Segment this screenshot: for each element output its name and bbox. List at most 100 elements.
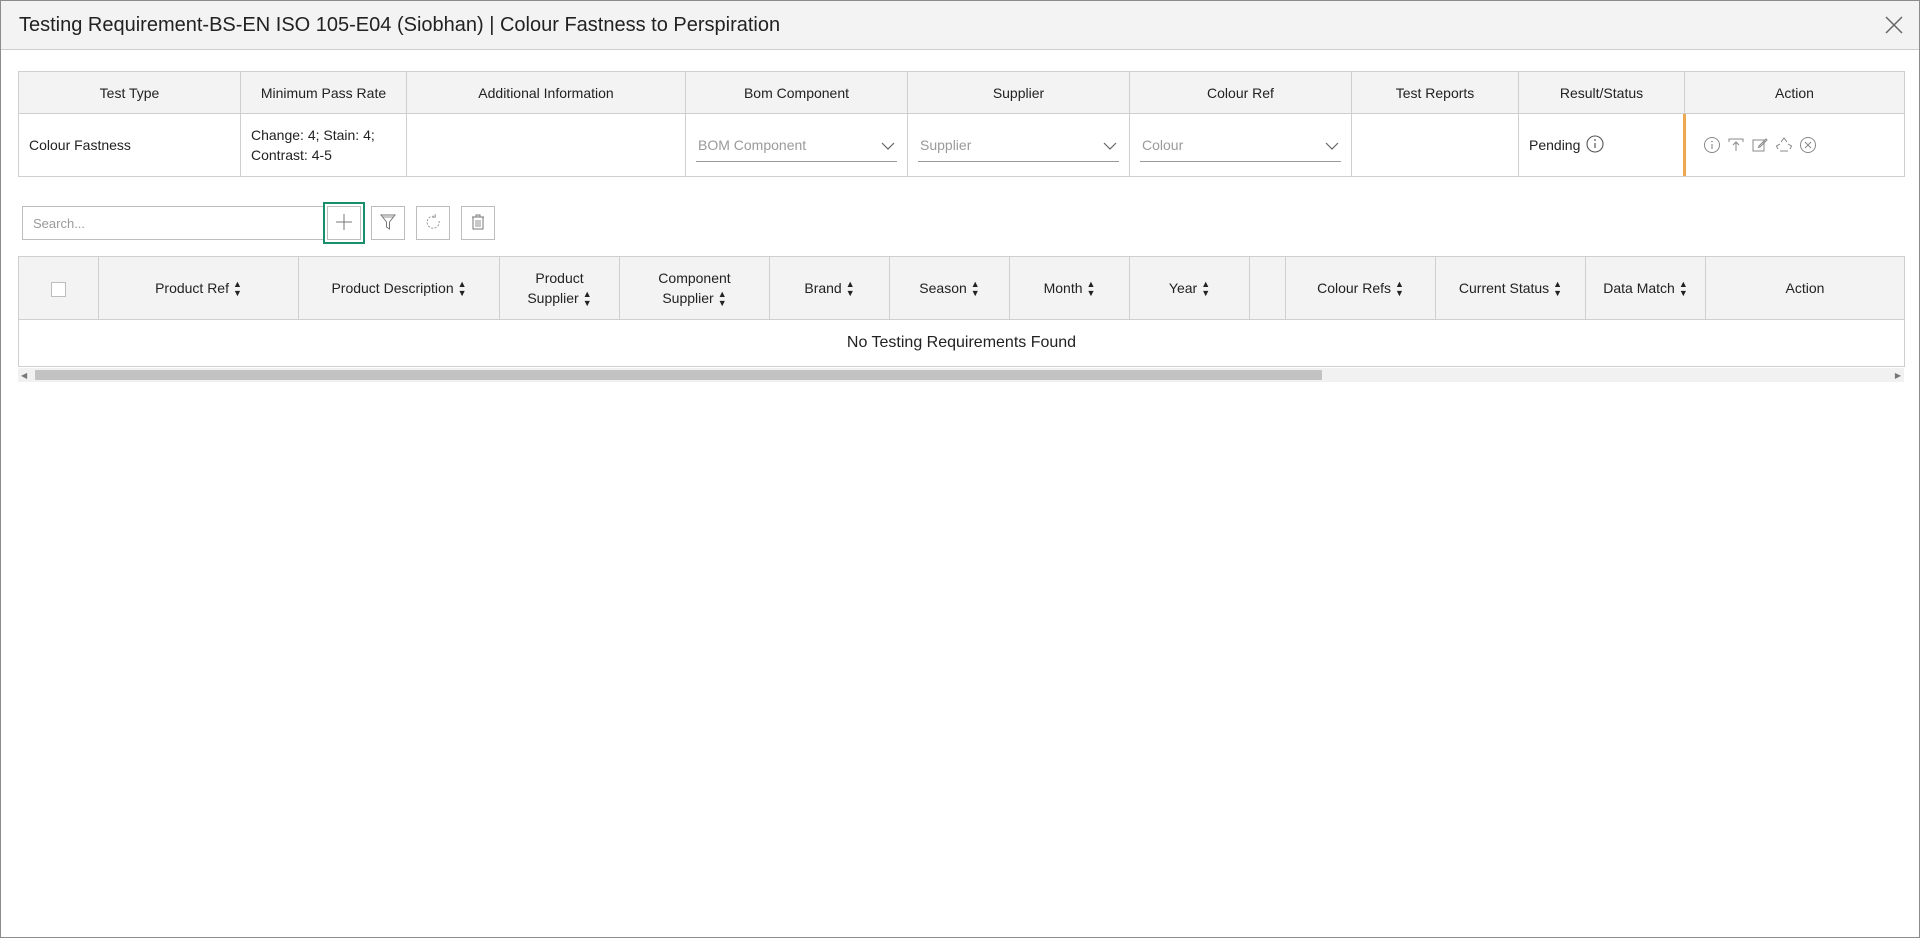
action-cell — [1684, 113, 1905, 177]
column-component-supplier-label-2: Supplier — [662, 289, 714, 306]
cancel-icon[interactable] — [1799, 136, 1817, 154]
bom-component-dropdown[interactable]: BOM Component — [696, 128, 897, 162]
sort-icon: ▲ ▼ — [845, 279, 855, 299]
sort-icon: ▲ ▼ — [970, 279, 980, 299]
column-action: Action — [1705, 256, 1905, 320]
column-product-description[interactable]: Product Description ▲ ▼ — [298, 256, 500, 320]
test-type-cell: Colour Fastness — [18, 113, 241, 177]
modal-header: Testing Requirement-BS-EN ISO 105-E04 (S… — [1, 1, 1919, 50]
requirement-table: Test Type Minimum Pass Rate Additional I… — [18, 71, 1905, 177]
sort-icon: ▲ ▼ — [233, 279, 242, 299]
column-month-label: Month — [1043, 279, 1083, 296]
recycle-icon[interactable] — [1775, 136, 1793, 154]
bom-component-cell: BOM Component — [685, 113, 908, 177]
column-product-supplier-label-2: Supplier — [527, 289, 579, 306]
column-colour-refs[interactable]: Colour Refs ▲ ▼ — [1285, 256, 1436, 320]
empty-message: No Testing Requirements Found — [18, 319, 1905, 367]
pass-rate-line-2: Contrast: 4-5 — [251, 147, 332, 163]
plus-icon — [335, 213, 353, 234]
column-season[interactable]: Season ▲ ▼ — [889, 256, 1010, 320]
chevron-down-icon — [1103, 137, 1117, 153]
add-button-inner — [327, 206, 361, 240]
status-text: Pending — [1529, 137, 1581, 153]
column-component-supplier[interactable]: Component Supplier ▲ ▼ — [619, 256, 770, 320]
sort-icon: ▲ ▼ — [1201, 279, 1211, 299]
search-input[interactable] — [22, 206, 324, 240]
refresh-icon — [423, 212, 443, 235]
column-year-label: Year — [1168, 279, 1198, 296]
column-current-status-label: Current Status — [1458, 279, 1550, 296]
column-colour-refs-label: Colour Refs — [1317, 279, 1391, 296]
requirement-header-row: Test Type Minimum Pass Rate Additional I… — [18, 71, 1905, 114]
testing-requirement-modal: Testing Requirement-BS-EN ISO 105-E04 (S… — [0, 0, 1920, 938]
header-result-status: Result/Status — [1518, 71, 1685, 114]
chevron-down-icon — [1325, 137, 1339, 153]
header-supplier: Supplier — [907, 71, 1130, 114]
sort-icon: ▲ ▼ — [1086, 279, 1096, 299]
add-button[interactable] — [323, 202, 365, 244]
header-bom-component: Bom Component — [685, 71, 908, 114]
sort-icon: ▲ ▼ — [717, 289, 727, 309]
requirement-row: Colour Fastness Change: 4; Stain: 4; Con… — [18, 113, 1905, 177]
scrollbar-thumb[interactable] — [35, 370, 1322, 380]
column-season-label: Season — [919, 279, 967, 296]
supplier-cell: Supplier — [907, 113, 1130, 177]
supplier-dropdown[interactable]: Supplier — [918, 128, 1119, 162]
upload-icon[interactable] — [1727, 136, 1745, 154]
info-icon[interactable] — [1703, 136, 1721, 154]
sort-icon: ▲ ▼ — [1553, 279, 1563, 299]
column-product-supplier[interactable]: Product Supplier ▲ ▼ — [499, 256, 620, 320]
sort-icon: ▲ ▼ — [1395, 279, 1404, 299]
test-reports-cell — [1351, 113, 1519, 177]
scroll-left-icon[interactable]: ◀ — [21, 371, 27, 380]
sort-icon: ▲ ▼ — [582, 289, 592, 309]
colour-placeholder: Colour — [1142, 136, 1184, 153]
header-additional-information: Additional Information — [406, 71, 686, 114]
column-current-status[interactable]: Current Status ▲ ▼ — [1435, 256, 1586, 320]
column-product-ref-label: Product Ref — [155, 279, 229, 296]
column-month[interactable]: Month ▲ ▼ — [1009, 256, 1130, 320]
column-data-match-label: Data Match — [1603, 279, 1675, 296]
column-product-description-label: Product Description — [331, 279, 454, 296]
testing-requirements-grid: Product Ref ▲ ▼ Product Description ▲ ▼ Prod… — [18, 256, 1905, 367]
column-blank — [1249, 256, 1286, 320]
header-action: Action — [1684, 71, 1905, 114]
additional-information-cell — [406, 113, 686, 177]
colour-ref-cell: Colour — [1129, 113, 1352, 177]
delete-button[interactable] — [461, 206, 495, 240]
bom-component-placeholder: BOM Component — [698, 136, 807, 153]
select-all-header — [18, 256, 99, 320]
minimum-pass-rate-cell: Change: 4; Stain: 4; Contrast: 4-5 — [240, 113, 407, 177]
sort-icon: ▲ ▼ — [457, 279, 467, 299]
column-product-ref[interactable]: Product Ref ▲ ▼ — [98, 256, 299, 320]
colour-dropdown[interactable]: Colour — [1140, 128, 1341, 162]
column-product-supplier-label-1: Product — [535, 269, 584, 286]
header-test-type: Test Type — [18, 71, 241, 114]
pass-rate-line-1: Change: 4; Stain: 4; — [251, 127, 375, 143]
info-icon[interactable] — [1586, 134, 1604, 156]
filter-button[interactable] — [371, 206, 405, 240]
modal-title: Testing Requirement-BS-EN ISO 105-E04 (S… — [19, 13, 781, 36]
scroll-right-icon[interactable]: ▶ — [1895, 371, 1901, 380]
select-all-checkbox[interactable] — [51, 281, 66, 297]
header-minimum-pass-rate: Minimum Pass Rate — [240, 71, 407, 114]
header-colour-ref: Colour Ref — [1129, 71, 1352, 114]
column-year[interactable]: Year ▲ ▼ — [1129, 256, 1250, 320]
trash-icon — [469, 213, 487, 234]
horizontal-scrollbar[interactable]: ◀ ▶ — [18, 368, 1904, 382]
supplier-placeholder: Supplier — [920, 136, 972, 153]
sort-icon: ▲ ▼ — [1678, 279, 1688, 299]
empty-row: No Testing Requirements Found — [18, 319, 1905, 367]
close-icon[interactable] — [1883, 14, 1905, 36]
edit-icon[interactable] — [1751, 136, 1769, 154]
chevron-down-icon — [881, 137, 895, 153]
column-brand-label: Brand — [804, 279, 842, 296]
header-test-reports: Test Reports — [1351, 71, 1519, 114]
status-indicator-bar — [1683, 114, 1686, 176]
refresh-button[interactable] — [416, 206, 450, 240]
column-component-supplier-label-1: Component — [658, 269, 731, 286]
column-brand[interactable]: Brand ▲ ▼ — [769, 256, 890, 320]
result-status-cell: Pending — [1518, 113, 1686, 177]
filter-icon — [379, 213, 397, 234]
column-data-match[interactable]: Data Match ▲ ▼ — [1585, 256, 1706, 320]
